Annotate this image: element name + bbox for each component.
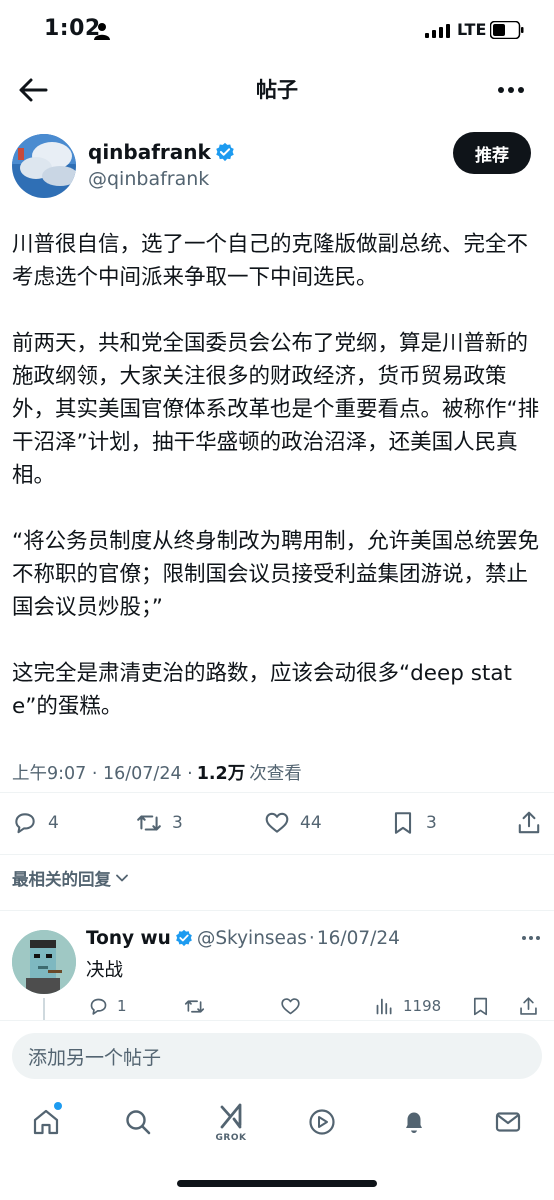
like-count: 44 (300, 813, 322, 833)
bookmark-count: 3 (426, 813, 437, 833)
reply-repost-button[interactable] (184, 992, 205, 1020)
reply-author-handle[interactable]: @Skyinseas (197, 928, 307, 949)
nav-search[interactable] (120, 1104, 156, 1140)
author-avatar[interactable] (12, 134, 76, 198)
reply-avatar[interactable] (12, 930, 76, 994)
reply-button[interactable]: 4 (12, 804, 59, 842)
compose-input[interactable]: 添加另一个帖子 (12, 1033, 542, 1079)
nav-grok[interactable] (213, 1098, 249, 1134)
grok-label: GROK (215, 1133, 247, 1143)
post-timestamp[interactable]: 上午9:07 · 16/07/24 · (12, 760, 193, 785)
like-icon (281, 997, 300, 1014)
messages-icon (495, 1112, 521, 1132)
post-text: 川普很自信，选了一个自己的克隆版做副总统、完全不考虑选个中间派来争取一下中间选民… (12, 228, 542, 756)
reply-header: Tony wu @Skyinseas · 16/07/24 (86, 924, 400, 952)
search-icon (126, 1110, 151, 1135)
reply-icon (90, 998, 107, 1015)
reply-author-name[interactable]: Tony wu (86, 928, 171, 949)
notification-dot (54, 1102, 62, 1110)
like-button[interactable]: 44 (264, 804, 322, 842)
compose-bar: 添加另一个帖子 (0, 1020, 554, 1090)
post-meta: 上午9:07 · 16/07/24 · 1.2万 次查看 (12, 760, 302, 785)
author-handle[interactable]: @qinbafrank (88, 168, 209, 190)
author-name-row[interactable]: qinbafrank (88, 138, 235, 166)
views-icon (376, 998, 392, 1014)
chevron-down-icon (116, 874, 128, 882)
reply-share-button[interactable] (518, 992, 539, 1020)
post-action-bar: 4 3 44 3 (0, 804, 554, 842)
verified-icon (216, 142, 234, 162)
grok-icon (220, 1103, 242, 1129)
share-button[interactable] (516, 804, 542, 842)
reply-views-button[interactable]: 1198 (374, 992, 441, 1020)
post-paragraph: 川普很自信，选了一个自己的克隆版做副总统、完全不考虑选个中间派来争取一下中间选民… (12, 232, 529, 290)
status-time: 1:02 (44, 16, 101, 41)
network-label: LTE (457, 20, 487, 39)
post-paragraph: 这完全是肃清吏治的路数，应该会动很多“deep state”的蛋糕。 (12, 661, 512, 719)
bookmark-icon (394, 812, 412, 834)
repost-icon (137, 815, 161, 831)
divider (0, 792, 554, 793)
status-bar: 1:02 LTE (0, 0, 554, 62)
home-indicator (177, 1180, 377, 1187)
reply-reply-count: 1 (117, 997, 127, 1015)
views-label: 次查看 (249, 764, 302, 784)
follow-button[interactable]: 推荐 (453, 132, 531, 174)
reply-bookmark-button[interactable] (470, 992, 491, 1020)
signal-icon (425, 24, 450, 38)
nav-video[interactable] (304, 1104, 340, 1140)
person-icon (94, 23, 110, 40)
reply-separator: · (308, 927, 315, 949)
reply-sort-dropdown[interactable]: 最相关的回复 (12, 866, 129, 890)
reply-icon (15, 813, 35, 834)
reply-views-count: 1198 (403, 997, 442, 1015)
post-paragraph: 前两天，共和党全国委员会公布了党纲，算是川普新的施政纲领，大家关注很多的财政经济… (12, 331, 540, 488)
video-icon (309, 1109, 335, 1135)
views-count: 1.2万 (196, 764, 246, 784)
repost-icon (184, 999, 205, 1013)
reply-count: 4 (48, 813, 59, 833)
verified-icon (175, 929, 192, 947)
bookmark-icon (473, 997, 488, 1015)
battery-icon (490, 21, 524, 39)
more-icon[interactable] (520, 934, 542, 942)
post-paragraph: “将公务员制度从终身制改为聘用制，允许美国总统罢免不称职的官僚；限制国会议员接受… (12, 529, 540, 620)
reply-text: 决战 (86, 960, 124, 981)
divider (0, 910, 554, 911)
more-icon[interactable] (496, 84, 526, 96)
repost-count: 3 (172, 813, 183, 833)
nav-notifications[interactable] (396, 1104, 432, 1140)
top-navigation-bar: 帖子 (0, 62, 554, 118)
like-icon (265, 812, 289, 833)
reply-date: 16/07/24 (316, 927, 400, 949)
page-title: 帖子 (256, 78, 298, 102)
sort-label: 最相关的回复 (12, 870, 111, 889)
share-icon (520, 996, 537, 1015)
reply-action-bar: 1 1198 (0, 992, 554, 1020)
divider (0, 854, 554, 855)
nav-messages[interactable] (490, 1104, 526, 1140)
bookmark-button[interactable]: 3 (390, 804, 437, 842)
author-name[interactable]: qinbafrank (88, 140, 211, 164)
home-icon (33, 1109, 59, 1135)
notifications-icon (406, 1112, 422, 1133)
repost-button[interactable]: 3 (136, 804, 183, 842)
reply-reply-button[interactable]: 1 (88, 992, 127, 1020)
reply-like-button[interactable] (280, 992, 301, 1020)
share-icon (518, 811, 540, 834)
